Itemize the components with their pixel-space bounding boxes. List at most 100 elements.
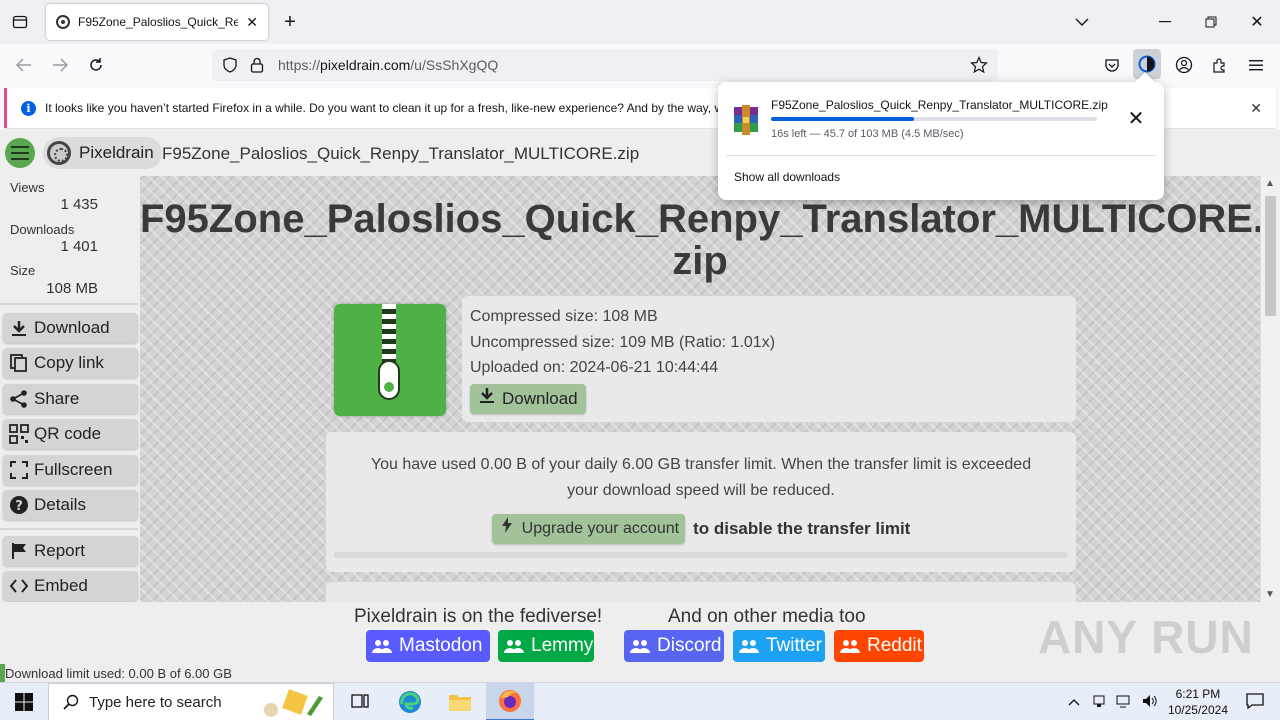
file-info-panel: Compressed size: 108 MB Uncompressed siz… [462, 296, 1076, 422]
bookmark-star-icon[interactable] [970, 56, 988, 74]
notifications-icon[interactable] [1246, 692, 1264, 712]
tray-overflow-icon[interactable] [1068, 695, 1080, 709]
firefox-icon [499, 690, 521, 712]
sidebar-qr-code-button[interactable]: QR code [3, 419, 138, 449]
back-icon[interactable] [14, 55, 34, 75]
show-all-downloads-link[interactable]: Show all downloads [734, 170, 840, 184]
sidebar-embed-label: Embed [34, 576, 88, 595]
tab-close-icon[interactable]: ✕ [246, 14, 258, 31]
zip-archive-icon [334, 304, 446, 416]
tracking-protection-shield-icon[interactable] [222, 57, 238, 73]
downloads-label: Downloads [10, 222, 75, 237]
sidebar-report-label: Report [34, 541, 86, 560]
cancel-download-icon[interactable]: ✕ [1126, 108, 1146, 130]
sidebar-embed-button[interactable]: Embed [3, 571, 138, 601]
reddit-label: Reddit [867, 635, 922, 656]
clock-time: 6:21 PM [1175, 687, 1221, 701]
notification-close-icon[interactable]: ✕ [1250, 100, 1262, 117]
users-icon [371, 638, 393, 654]
mastodon-button[interactable]: Mastodon [366, 630, 490, 662]
file-title-line1: F95Zone_Paloslios_Quick_Renpy_Translator… [140, 197, 1260, 241]
pixeldrain-favicon-icon [56, 15, 70, 29]
sidebar-share-button[interactable]: Share [3, 384, 138, 414]
limit-status-bar [0, 664, 5, 682]
downloads-value: 1 401 [60, 238, 98, 255]
edge-taskbar-button[interactable] [386, 683, 434, 720]
upload-date: Uploaded on: 2024-06-21 10:44:44 [470, 359, 719, 376]
sidebar-divider [0, 303, 138, 305]
file-explorer-taskbar-button[interactable] [436, 683, 484, 720]
restore-icon[interactable] [1201, 12, 1221, 32]
folder-icon [449, 695, 471, 711]
minimize-icon[interactable] [1155, 12, 1175, 32]
site-footer: Pixeldrain is on the fediverse! And on o… [0, 602, 1280, 682]
new-tab-icon[interactable]: + [280, 11, 300, 33]
reddit-button[interactable]: Reddit [834, 630, 924, 662]
page-scrollbar[interactable]: ▲ ▼ [1260, 176, 1280, 602]
sidebar-details-button[interactable]: ? Details [3, 490, 138, 520]
network-device-icon[interactable] [1092, 694, 1106, 711]
qr-code-icon [8, 423, 30, 445]
pixeldrain-home-button[interactable]: Pixeldrain [43, 137, 162, 169]
limit-disable-text: to disable the transfer limit [693, 519, 911, 538]
sidebar-download-button[interactable]: Download [3, 313, 138, 343]
transfer-limit-progress [334, 552, 1068, 558]
reload-icon[interactable] [86, 55, 106, 75]
hamburger-menu-button[interactable] [5, 138, 35, 168]
views-value: 1 435 [60, 196, 98, 213]
sidebar-fullscreen-button[interactable]: Fullscreen [3, 455, 138, 485]
lemmy-button[interactable]: Lemmy [498, 630, 594, 662]
extensions-icon[interactable] [1210, 55, 1230, 75]
forward-icon[interactable] [50, 55, 70, 75]
system-tray: 6:21 PM 10/25/2024 [1068, 683, 1280, 720]
sidebar-download-label: Download [34, 318, 110, 337]
account-icon[interactable] [1174, 55, 1194, 75]
volume-icon[interactable] [1142, 694, 1158, 711]
mastodon-label: Mastodon [399, 635, 483, 656]
users-icon [738, 638, 760, 654]
code-icon [8, 575, 30, 597]
twitter-button[interactable]: Twitter [733, 630, 825, 662]
size-value: 108 MB [46, 280, 98, 297]
windows-logo-icon [15, 693, 33, 711]
sidebar-copy-link-label: Copy link [34, 353, 104, 372]
limit-text-line2: your download speed will be reduced. [567, 482, 835, 499]
file-download-label: Download [502, 388, 578, 408]
other-media-heading: And on other media too [668, 606, 866, 627]
next-panel [326, 582, 1076, 602]
url-text: https://pixeldrain.com/u/SsShXgQQ [278, 57, 499, 73]
task-view-button[interactable] [336, 683, 384, 720]
sidebar-copy-link-button[interactable]: Copy link [3, 348, 138, 378]
taskbar-search-box[interactable]: Type here to search [48, 683, 334, 720]
uncompressed-size: Uncompressed size: 109 MB (Ratio: 1.01x) [470, 333, 776, 351]
help-icon: ? [8, 494, 30, 516]
firefox-taskbar-button[interactable] [486, 683, 534, 720]
close-window-icon[interactable]: ✕ [1247, 12, 1267, 32]
clock-date: 10/25/2024 [1167, 703, 1228, 717]
start-button[interactable] [0, 683, 48, 720]
taskbar-clock[interactable]: 6:21 PM 10/25/2024 [1168, 686, 1228, 718]
lock-icon[interactable] [250, 57, 264, 73]
sidebar-details-label: Details [34, 495, 86, 514]
file-download-button[interactable]: Download [470, 383, 586, 414]
compressed-size: Compressed size: 108 MB [470, 308, 658, 325]
tab-list-icon[interactable] [10, 12, 30, 32]
file-title: F95Zone_Paloslios_Quick_Renpy_Translator… [140, 198, 1260, 282]
scroll-down-icon[interactable]: ▼ [1265, 589, 1275, 600]
network-icon[interactable] [1116, 694, 1132, 711]
download-file-name[interactable]: F95Zone_Paloslios_Quick_Renpy_Translator… [771, 98, 1108, 112]
upgrade-account-button[interactable]: Upgrade your account [491, 514, 686, 544]
scroll-up-icon[interactable]: ▲ [1265, 178, 1275, 189]
address-bar[interactable]: https://pixeldrain.com/u/SsShXgQQ [212, 49, 998, 81]
discord-button[interactable]: Discord [624, 630, 724, 662]
downloads-panel: F95Zone_Paloslios_Quick_Renpy_Translator… [718, 72, 1164, 200]
fediverse-heading: Pixeldrain is on the fediverse! [354, 606, 603, 627]
tab-pixeldrain[interactable]: F95Zone_Paloslios_Quick_Renpy ✕ [46, 4, 268, 40]
search-placeholder: Type here to search [89, 693, 222, 711]
app-menu-icon[interactable] [1246, 55, 1266, 75]
info-icon: i [21, 100, 36, 116]
list-all-tabs-icon[interactable] [1072, 12, 1092, 32]
scrollbar-thumb[interactable] [1265, 196, 1276, 316]
pocket-icon[interactable] [1102, 55, 1122, 75]
sidebar-report-button[interactable]: Report [3, 536, 138, 566]
